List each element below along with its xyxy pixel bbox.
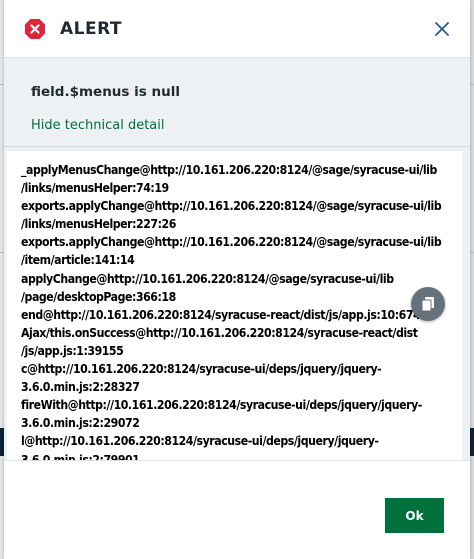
stack-trace-line: /links/menusHelper:74:19 bbox=[21, 181, 169, 196]
close-icon bbox=[435, 21, 449, 36]
close-button[interactable] bbox=[432, 19, 452, 39]
stack-trace-line: applyChange@http://10.161.206.220:8124/@… bbox=[21, 271, 394, 286]
stack-trace-line: fireWith@http://10.161.206.220:8124/syra… bbox=[21, 398, 422, 413]
copy-button[interactable] bbox=[411, 287, 445, 321]
stack-trace-line: l@http://10.161.206.220:8124/syracuse-ui… bbox=[21, 434, 379, 449]
stack-trace: _applyMenusChange@http://10.161.206.220:… bbox=[21, 161, 462, 461]
stack-trace-line: exports.applyChange@http://10.161.206.22… bbox=[21, 199, 442, 214]
background-divider bbox=[470, 252, 474, 253]
alert-message: field.$menus is null bbox=[31, 84, 180, 100]
background-divider bbox=[470, 84, 474, 85]
technical-detail-panel: _applyMenusChange@http://10.161.206.220:… bbox=[4, 146, 470, 461]
stack-trace-line: c@http://10.161.206.220:8124/syracuse-ui… bbox=[21, 362, 382, 377]
stack-trace-line: exports.applyChange@http://10.161.206.22… bbox=[21, 235, 442, 250]
stack-trace-line: /page/desktopPage:366:18 bbox=[21, 289, 176, 304]
alert-x-icon bbox=[24, 18, 46, 40]
stack-trace-box[interactable]: _applyMenusChange@http://10.161.206.220:… bbox=[7, 151, 462, 461]
alert-dialog: ALERT field.$menus is null Hide technica… bbox=[4, 0, 470, 559]
stack-trace-line: Ajax/this.onSuccess@http://10.161.206.22… bbox=[21, 325, 418, 340]
dialog-footer: Ok bbox=[4, 460, 470, 559]
hide-technical-detail-link[interactable]: Hide technical detail bbox=[31, 118, 165, 133]
alert-summary: field.$menus is null Hide technical deta… bbox=[4, 58, 470, 146]
copy-icon bbox=[421, 297, 434, 312]
ok-button[interactable]: Ok bbox=[385, 498, 444, 533]
stack-trace-line: /item/article:141:14 bbox=[21, 253, 135, 268]
background-bar bbox=[470, 428, 474, 456]
stack-trace-line: end@http://10.161.206.220:8124/syracuse-… bbox=[21, 307, 435, 322]
stack-trace-line: _applyMenusChange@http://10.161.206.220:… bbox=[21, 163, 437, 177]
dialog-title: ALERT bbox=[60, 18, 123, 39]
stack-trace-line: 3.6.0.min.js:2:28327 bbox=[21, 380, 140, 395]
stack-trace-line: /js/app.js:1:39155 bbox=[21, 343, 124, 358]
dialog-header: ALERT bbox=[4, 0, 470, 58]
stack-trace-line: /links/menusHelper:227:26 bbox=[21, 217, 176, 232]
stack-trace-line: 3.6.0.min.js:2:29072 bbox=[21, 416, 140, 431]
